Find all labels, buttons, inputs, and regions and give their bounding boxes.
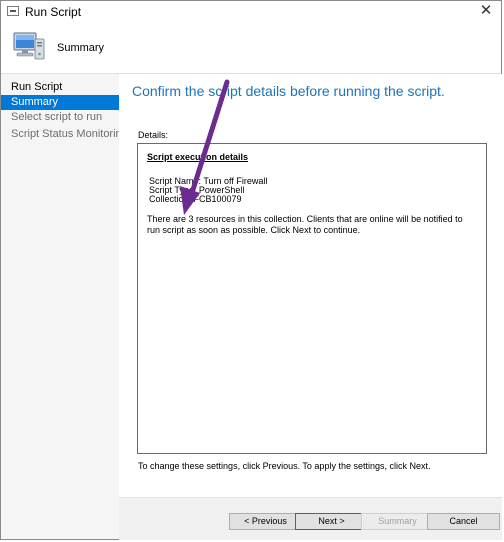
summary-button[interactable]: Summary <box>361 513 434 530</box>
wizard-header: Summary <box>1 23 501 74</box>
window-title: Run Script <box>25 5 82 19</box>
title-bar: Run Script ✕ <box>1 1 501 23</box>
page-heading: Confirm the script details before runnin… <box>132 83 445 99</box>
header-title: Summary <box>57 42 105 54</box>
collection-line: Collection: FCB100079 <box>149 194 242 204</box>
wizard-sidebar: Run Script Summary Select script to run … <box>1 74 128 539</box>
run-script-dialog: Run Script ✕ Summary Run Script Summary … <box>0 0 502 540</box>
button-bar: < Previous Next > Summary Cancel <box>119 497 502 540</box>
details-label: Details: <box>138 130 169 140</box>
next-button[interactable]: Next > <box>295 513 368 530</box>
sidebar-item-select-script[interactable]: Select script to run <box>1 110 119 125</box>
computer-icon <box>13 32 45 60</box>
previous-button[interactable]: < Previous <box>229 513 302 530</box>
wizard-content: Confirm the script details before runnin… <box>119 74 502 497</box>
close-icon[interactable]: ✕ <box>475 1 497 21</box>
details-message: There are 3 resources in this collection… <box>147 214 463 235</box>
cancel-button[interactable]: Cancel <box>427 513 500 530</box>
settings-hint: To change these settings, click Previous… <box>138 461 431 471</box>
window-app-icon <box>7 6 19 16</box>
details-box-title: Script execution details <box>147 152 249 162</box>
sidebar-item-run-script[interactable]: Run Script <box>1 80 119 95</box>
details-textbox[interactable]: Script execution details Script Name: Tu… <box>137 143 487 454</box>
sidebar-item-summary[interactable]: Summary <box>1 95 119 110</box>
sidebar-item-script-status-monitoring[interactable]: Script Status Monitoring <box>1 127 128 142</box>
